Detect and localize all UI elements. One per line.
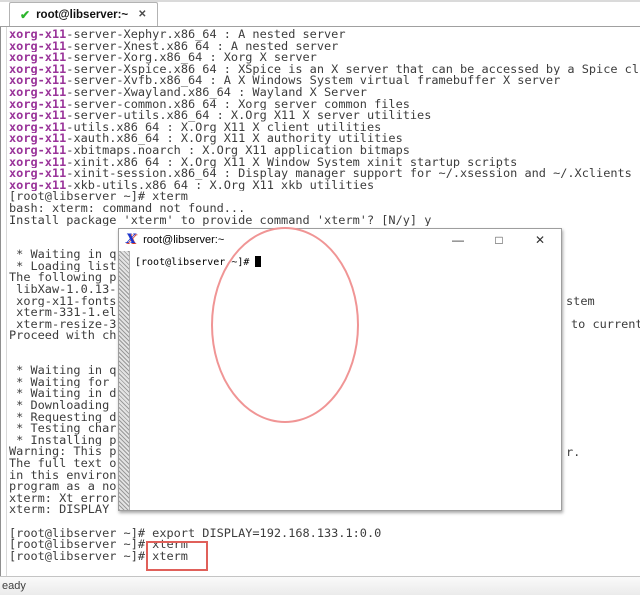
minimize-button[interactable]: — — [451, 234, 465, 246]
terminal-line: xorg-x11-xinit.x86_64 : X.Org X11 X Wind… — [9, 157, 640, 169]
window-controls: — □ ✕ — [451, 229, 547, 251]
highlighted-package-prefix: xorg-x11 — [9, 87, 66, 99]
status-text: eady — [2, 580, 26, 592]
highlighted-package-prefix: xorg-x11 — [9, 122, 66, 134]
tab-title: root@libserver:~ — [36, 9, 128, 21]
terminal-line-fragment: stem — [566, 296, 595, 308]
red-box-annotation — [146, 541, 208, 571]
terminal-line: xorg-x11-server-Xspice.x86_64 : XSpice i… — [9, 64, 640, 76]
terminal-line-fragment: to current — [571, 319, 640, 331]
xterm-titlebar[interactable]: X root@libserver:~ — □ ✕ — [119, 229, 561, 251]
terminal-line: xorg-x11-server-Xorg.x86_64 : Xorg X ser… — [9, 52, 640, 64]
terminal-line: Install package 'xterm' to provide comma… — [9, 215, 640, 227]
terminal-line — [9, 516, 640, 528]
terminal-line — [9, 562, 640, 574]
highlighted-package-prefix: xorg-x11 — [9, 110, 66, 122]
terminal-line: xorg-x11-server-Xephyr.x86_64 : A nested… — [9, 29, 640, 41]
highlighted-package-prefix: xorg-x11 — [9, 157, 66, 169]
highlighted-package-prefix: xorg-x11 — [9, 168, 66, 180]
terminal-frame-line — [6, 26, 7, 577]
terminal-line: xorg-x11-xinit-session.x86_64 : Display … — [9, 168, 640, 180]
connected-check-icon: ✔ — [20, 8, 30, 22]
xterm-scrollbar[interactable] — [119, 251, 130, 510]
highlighted-package-prefix: xorg-x11 — [9, 75, 66, 87]
tab-root-libserver[interactable]: ✔ root@libserver:~ ✕ — [9, 2, 158, 26]
tab-close-icon[interactable]: ✕ — [138, 9, 146, 20]
terminal-line: [root@libserver ~]# xterm — [9, 191, 640, 203]
status-bar: eady — [0, 576, 640, 595]
highlighted-package-prefix: xorg-x11 — [9, 99, 66, 111]
terminal-line: xorg-x11-utils.x86_64 : X.Org X11 X clie… — [9, 122, 640, 134]
red-ellipse-annotation — [211, 227, 359, 423]
xterm-icon: X — [126, 233, 136, 247]
highlighted-package-prefix: xorg-x11 — [9, 41, 66, 53]
terminal-line: [root@libserver ~]# export DISPLAY=192.1… — [9, 528, 640, 540]
terminal-line: [root@libserver ~]# xterm — [9, 551, 640, 563]
highlighted-package-prefix: xorg-x11 — [9, 133, 66, 145]
highlighted-package-prefix: xorg-x11 — [9, 29, 66, 41]
terminal-line: xorg-x11-server-common.x86_64 : Xorg ser… — [9, 99, 640, 111]
tab-bar: ✔ root@libserver:~ ✕ — [0, 0, 640, 27]
maximize-button[interactable]: □ — [492, 234, 506, 246]
highlighted-package-prefix: xorg-x11 — [9, 52, 66, 64]
close-button[interactable]: ✕ — [533, 234, 547, 246]
highlighted-package-prefix: xorg-x11 — [9, 145, 66, 157]
terminal-line-fragment: r. — [566, 447, 580, 459]
terminal-line: bash: xterm: command not found... — [9, 203, 640, 215]
terminal-line: [root@libserver ~]# xterm — [9, 539, 640, 551]
terminal-line: xorg-x11-server-Xwayland.x86_64 : Waylan… — [9, 87, 640, 99]
highlighted-package-prefix: xorg-x11 — [9, 64, 66, 76]
terminal-line: xorg-x11-xkb-utils.x86_64 : X.Org X11 xk… — [9, 180, 640, 192]
highlighted-package-prefix: xorg-x11 — [9, 180, 66, 192]
terminal-line: xorg-x11-server-Xvfb.x86_64 : A X Window… — [9, 75, 640, 87]
xterm-window-title: root@libserver:~ — [143, 234, 224, 246]
terminal-line: xorg-x11-xbitmaps.noarch : X.Org X11 app… — [9, 145, 640, 157]
terminal-line: xorg-x11-xauth.x86_64 : X.Org X11 X auth… — [9, 133, 640, 145]
terminal-line: xorg-x11-server-Xnest.x86_64 : A nested … — [9, 41, 640, 53]
terminal-line: xorg-x11-server-utils.x86_64 : X.Org X11… — [9, 110, 640, 122]
